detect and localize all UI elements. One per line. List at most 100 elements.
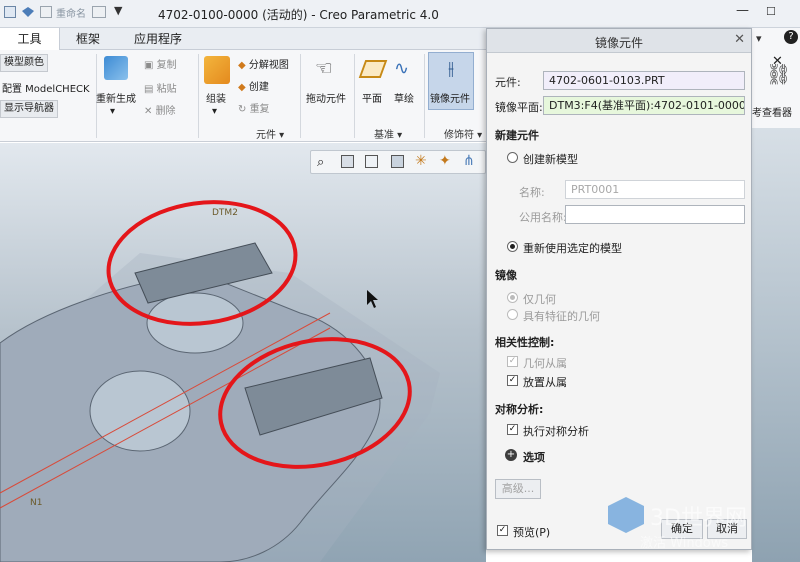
mirror-component-button[interactable]: 镜像元件 [430,90,470,105]
create-icon: ◆ [238,82,249,93]
geometry-only-radio[interactable] [507,292,518,303]
tab-framework[interactable]: 框架 [60,28,116,50]
options-label[interactable]: 选项 [523,449,545,465]
assemble-button[interactable]: 组装 [206,90,226,105]
watermark-site: 3D世界网 [650,506,747,531]
help-dropdown-icon[interactable]: ▾ [756,32,762,45]
model-color-button[interactable]: 模型颜色 [0,54,48,72]
chain-link-icon[interactable]: ⛓ [766,62,791,86]
dependency-heading: 相关性控制: [495,336,555,349]
open-icon[interactable] [22,7,34,17]
preview-label: 预览(P) [513,526,551,539]
repeat-icon: ↻ [238,104,250,115]
create-button[interactable]: ◆ 创建 [238,78,269,93]
minimize-icon[interactable]: — [736,3,749,18]
view-toolbar: ⌕ ✳ ✦ ⋔ [310,150,486,174]
display-style-icon[interactable] [391,155,404,168]
drag-hand-icon[interactable]: ☜ [315,56,339,82]
maximize-icon[interactable]: ☐ [766,5,776,18]
mirror-plane-label: 镜像平面: [495,101,543,114]
run-symmetry-checkbox[interactable]: ✓ [507,424,518,435]
mirror-plane-field[interactable]: DTM3:F4(基准平面):4702-0101-0000 [543,96,745,115]
repeat-button[interactable]: ↻ 重复 [238,100,270,115]
geometry-dependent-checkbox[interactable]: ✓ [507,356,518,367]
delete-button[interactable]: ✕ 删除 [144,102,176,117]
tab-applications[interactable]: 应用程序 [116,28,200,50]
mouse-cursor-icon [367,290,378,308]
name-field[interactable]: PRT0001 [565,180,745,199]
dialog-title: 镜像元件 [594,36,643,50]
model-canvas: DTM2 N1 [0,200,440,562]
tab-tools[interactable]: 工具 [0,28,60,50]
quick-rename[interactable]: 重命名 [56,5,86,20]
right-ribbon-area: ✕ ▾ ? ⛓ 考查看器 [752,28,800,562]
create-new-model-radio[interactable] [507,152,518,163]
window-title: 4702-0100-0000 (活动的) - Creo Parametric 4… [158,8,439,22]
sketch-icon[interactable]: ∿ [394,58,418,80]
saved-views-icon[interactable] [365,155,378,168]
preview-checkbox[interactable]: ✓ [497,525,508,536]
with-features-label: 具有特征的几何 [523,310,600,323]
common-name-label: 公用名称: [519,211,567,224]
dialog-close-icon[interactable]: ✕ [734,32,745,47]
with-features-radio[interactable] [507,309,518,320]
geometry-only-label: 仅几何 [523,293,556,306]
datum-group-label[interactable]: 基准 ▾ [374,126,402,141]
assemble-icon[interactable] [204,56,230,84]
plane-icon[interactable] [358,60,388,78]
drag-component-button[interactable]: 拖动元件 [306,90,346,105]
view-cube-icon[interactable] [341,155,354,168]
watermark-activate-windows: 激活 Windows [640,536,729,551]
placement-dependent-checkbox[interactable]: ✓ [507,375,518,386]
sketch-button[interactable]: 草绘 [394,90,414,105]
quick-access-dropdown-icon[interactable]: ▼ [114,4,122,17]
rename-icon[interactable] [40,6,52,18]
new-icon[interactable] [4,6,16,18]
mirror-icon[interactable]: ⫲ [438,58,464,82]
component-group-label[interactable]: 元件 ▾ [256,126,284,141]
datum-display-icon[interactable]: ✳ [415,153,427,169]
explode-view-button[interactable]: ◆ 分解视图 [238,56,289,71]
placement-dependent-label: 放置从属 [523,376,567,389]
mirror-component-dialog: 镜像元件 ✕ 元件: 4702-0601-0103.PRT 镜像平面: DTM3… [486,28,752,550]
viewport-background [752,128,800,562]
plane-button[interactable]: 平面 [362,90,382,105]
datum-label: DTM2 [212,208,238,218]
paste-icon: ▤ [144,84,157,95]
expand-options-icon[interactable]: + [505,449,517,461]
mirror-heading: 镜像 [495,269,517,282]
datum-label: N1 [30,498,42,508]
help-icon[interactable]: ? [784,30,798,44]
reuse-model-radio[interactable] [507,241,518,252]
ribbon-divider [424,54,425,138]
view-manager-button[interactable]: 考查看器 [752,104,792,119]
create-new-model-label: 创建新模型 [523,153,578,166]
copy-button[interactable]: ▣ 复制 [144,56,177,71]
paste-button[interactable]: ▤ 粘贴 [144,80,177,95]
delete-icon: ✕ [144,106,156,117]
modifier-group-label[interactable]: 修饰符 ▾ [444,126,482,141]
regenerate-dropdown-icon[interactable]: ▾ [110,106,115,117]
component-field[interactable]: 4702-0601-0103.PRT [543,71,745,90]
assemble-dropdown-icon[interactable]: ▾ [212,106,217,117]
copy-icon: ▣ [144,60,157,71]
geometry-dependent-label: 几何从属 [523,357,567,370]
annotation-display-icon[interactable]: ⋔ [463,153,475,169]
regenerate-icon[interactable] [104,56,128,80]
regenerate-button[interactable]: 重新生成 [96,90,136,105]
new-component-heading: 新建元件 [495,129,539,142]
graphics-viewport[interactable]: DTM2 N1 [0,143,486,562]
component-label: 元件: [495,76,521,89]
window-icon[interactable] [92,6,106,18]
ribbon-divider [354,54,355,138]
dialog-header: 镜像元件 ✕ [487,29,751,53]
modelcheck-button[interactable]: 配置 ModelCHECK [2,80,90,95]
title-bar: 重命名 ▼ 4702-0100-0000 (活动的) - Creo Parame… [0,0,800,28]
advanced-button[interactable]: 高级... [495,479,541,499]
zoom-fit-icon[interactable]: ⌕ [317,155,324,170]
plate-hole [89,370,191,452]
show-navigator-button[interactable]: 显示导航器 [0,100,58,118]
common-name-field[interactable] [565,205,745,224]
symmetry-heading: 对称分析: [495,403,544,416]
spin-center-icon[interactable]: ✦ [439,153,451,169]
